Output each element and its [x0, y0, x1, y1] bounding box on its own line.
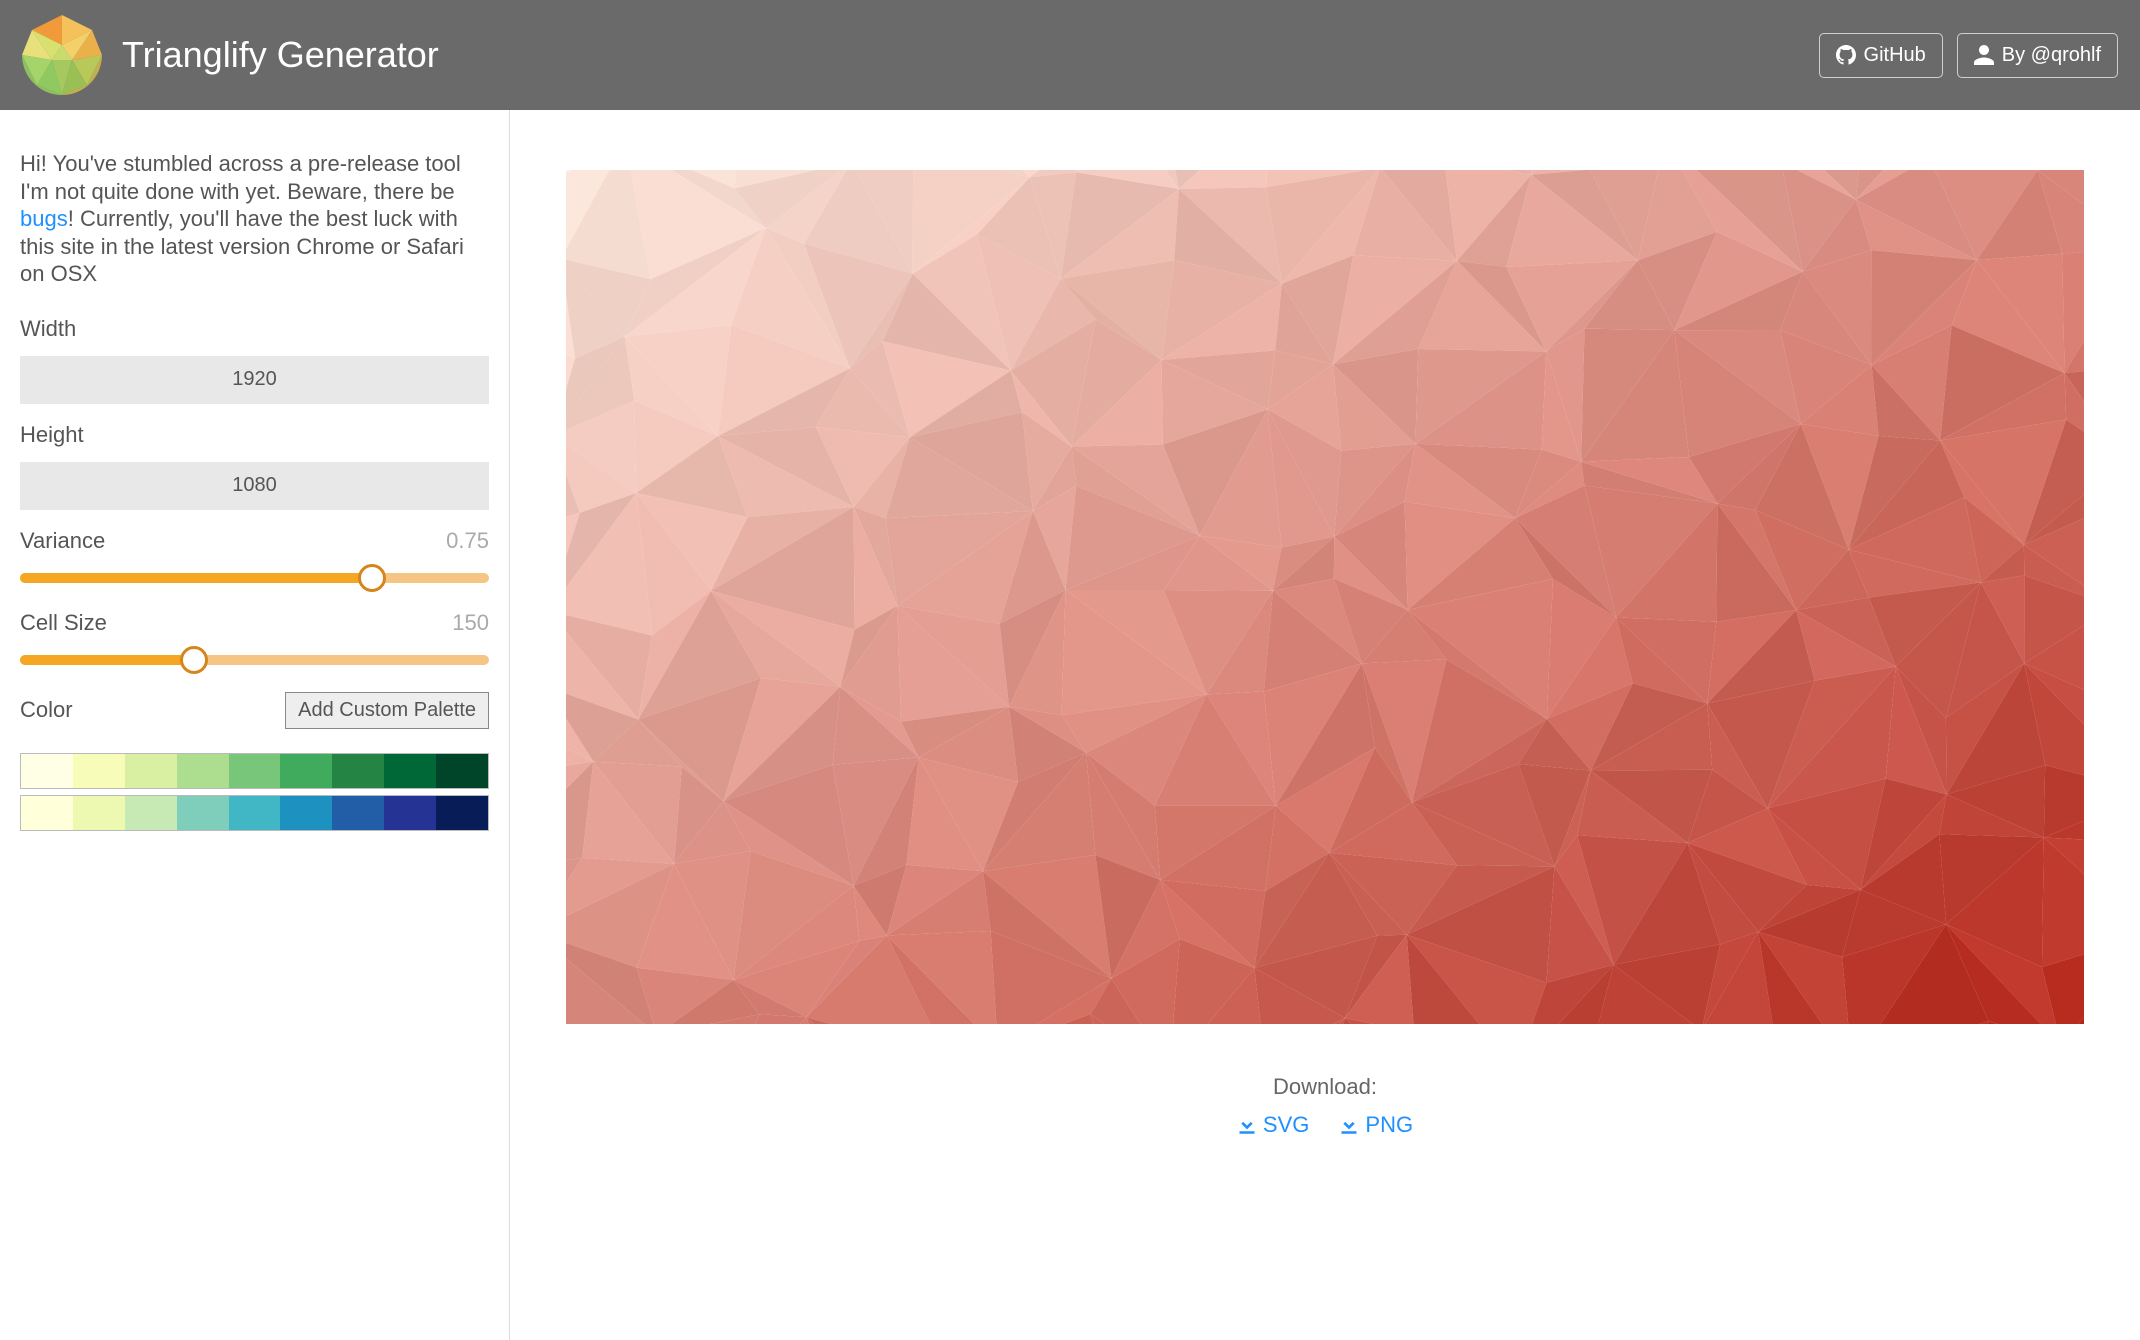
palette-swatch: [177, 796, 229, 830]
palette-swatch: [229, 754, 281, 788]
cellsize-label: Cell Size: [20, 610, 107, 636]
github-icon: [1836, 45, 1856, 65]
width-label: Width: [20, 316, 489, 342]
download-svg-label: SVG: [1263, 1112, 1309, 1138]
app-header: Trianglify Generator GitHub By @qrohlf: [0, 0, 2140, 110]
main-area: Hi! You've stumbled across a pre-release…: [0, 110, 2140, 1340]
palette-row[interactable]: [20, 753, 489, 789]
palette-swatch: [280, 796, 332, 830]
variance-value: 0.75: [446, 528, 489, 554]
download-label: Download:: [1237, 1074, 1413, 1100]
palette-swatch: [384, 754, 436, 788]
height-field: Height: [20, 422, 489, 510]
palette-list: [20, 753, 489, 831]
palette-swatch: [73, 754, 125, 788]
download-icon: [1237, 1115, 1257, 1135]
variance-label: Variance: [20, 528, 105, 554]
download-svg-link[interactable]: SVG: [1237, 1112, 1309, 1138]
intro-text: Hi! You've stumbled across a pre-release…: [20, 150, 489, 288]
author-button[interactable]: By @qrohlf: [1957, 33, 2118, 78]
color-label: Color: [20, 697, 73, 723]
palette-swatch: [332, 754, 384, 788]
height-input[interactable]: [20, 462, 489, 510]
palette-swatch: [280, 754, 332, 788]
app-logo: [22, 15, 102, 95]
download-png-link[interactable]: PNG: [1339, 1112, 1413, 1138]
palette-swatch: [21, 796, 73, 830]
palette-swatch: [436, 754, 488, 788]
pattern-preview: [566, 170, 2084, 1024]
palette-swatch: [73, 796, 125, 830]
user-icon: [1974, 45, 1994, 65]
variance-slider[interactable]: [20, 564, 489, 592]
palette-swatch: [177, 754, 229, 788]
preview-area: Download: SVG PNG: [510, 110, 2140, 1340]
color-row: Color Add Custom Palette: [20, 692, 489, 729]
width-field: Width: [20, 316, 489, 404]
github-button[interactable]: GitHub: [1819, 33, 1943, 78]
palette-swatch: [21, 754, 73, 788]
download-section: Download: SVG PNG: [1237, 1074, 1413, 1138]
palette-swatch: [332, 796, 384, 830]
width-input[interactable]: [20, 356, 489, 404]
height-label: Height: [20, 422, 489, 448]
intro-before: Hi! You've stumbled across a pre-release…: [20, 151, 461, 204]
cellsize-row: Cell Size 150: [20, 610, 489, 636]
intro-after: ! Currently, you'll have the best luck w…: [20, 206, 464, 286]
download-png-label: PNG: [1365, 1112, 1413, 1138]
download-icon: [1339, 1115, 1359, 1135]
app-title: Trianglify Generator: [122, 34, 439, 76]
palette-swatch: [229, 796, 281, 830]
palette-swatch: [436, 796, 488, 830]
github-label: GitHub: [1864, 44, 1926, 67]
controls-sidebar: Hi! You've stumbled across a pre-release…: [0, 110, 510, 1340]
cellsize-value: 150: [452, 610, 489, 636]
bugs-link[interactable]: bugs: [20, 206, 68, 231]
cellsize-slider[interactable]: [20, 646, 489, 674]
author-label: By @qrohlf: [2002, 44, 2101, 67]
add-palette-button[interactable]: Add Custom Palette: [285, 692, 489, 729]
header-right: GitHub By @qrohlf: [1819, 33, 2118, 78]
palette-swatch: [125, 796, 177, 830]
palette-row[interactable]: [20, 795, 489, 831]
palette-swatch: [384, 796, 436, 830]
palette-swatch: [125, 754, 177, 788]
header-left: Trianglify Generator: [22, 15, 439, 95]
variance-row: Variance 0.75: [20, 528, 489, 554]
